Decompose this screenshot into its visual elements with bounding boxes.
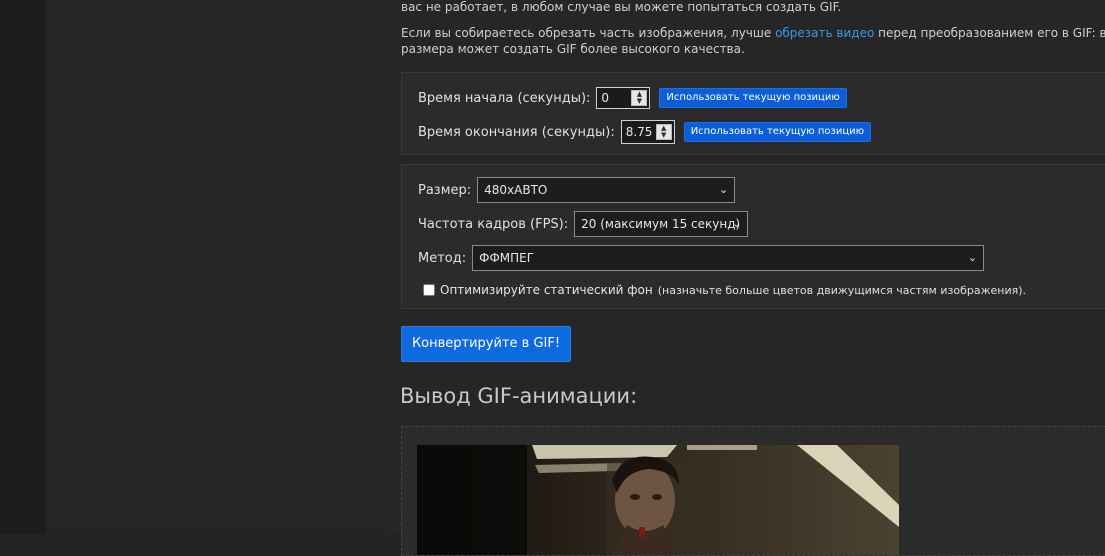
left-gutter [0, 0, 46, 534]
chevron-down-icon: ⌄ [718, 183, 729, 196]
gif-output-panel [401, 426, 1105, 556]
size-row: Размер: 480хАВТО ⌄ [418, 177, 736, 203]
fps-label: Частота кадров (FPS): [418, 216, 569, 232]
output-title: Вывод GIF-анимации: [400, 384, 638, 408]
start-time-input[interactable]: 0 ▲ ▼ [596, 87, 651, 109]
main-content: вас не работает, в любом случае вы может… [386, 0, 1105, 556]
optimize-row: Оптимизируйте статический фон (назначьте… [423, 283, 1026, 297]
end-time-input[interactable]: 8.75 ▲ ▼ [620, 120, 675, 144]
gif-preview-image [417, 445, 899, 555]
options-panel: Размер: 480хАВТО ⌄ Частота кадров (FPS):… [401, 164, 1105, 309]
crop-video-link[interactable]: обрезать видео [775, 26, 874, 40]
end-time-row: Время окончания (секунды): 8.75 ▲ ▼ Испол… [418, 120, 872, 144]
size-label: Размер: [418, 182, 472, 198]
end-time-value: 8.75 [625, 125, 653, 139]
chevron-down-icon: ⌄ [967, 251, 978, 264]
gif-frame-illustration [417, 445, 899, 555]
chevron-down-icon: ⌄ [731, 217, 742, 230]
intro-line-2: Если вы собираетесь обрезать часть изобр… [401, 25, 1105, 42]
end-time-label: Время окончания (секунды): [418, 124, 615, 140]
fps-value: 20 (максимум 15 секунд) [581, 217, 741, 231]
method-label: Метод: [418, 250, 467, 266]
intro-line-1: вас не работает, в любом случае вы может… [401, 0, 842, 14]
optimize-label: Оптимизируйте статический фон [440, 283, 653, 297]
spin-down-icon[interactable]: ▼ [637, 98, 642, 105]
method-value: ФФМПЕГ [479, 251, 535, 265]
end-time-spinner[interactable]: ▲ ▼ [655, 124, 672, 140]
size-select[interactable]: 480хАВТО ⌄ [477, 177, 736, 203]
spin-down-icon[interactable]: ▼ [661, 132, 666, 139]
start-time-value: 0 [601, 91, 610, 105]
side-panel [46, 0, 386, 534]
trim-panel: Время начала (секунды): 0 ▲ ▼ Использоват… [401, 72, 1105, 155]
method-select[interactable]: ФФМПЕГ ⌄ [472, 245, 985, 271]
fps-select[interactable]: 20 (максимум 15 секунд) ⌄ [574, 211, 749, 237]
start-time-spinner[interactable]: ▲ ▼ [631, 90, 648, 106]
use-position-start-button[interactable]: Использовать текущую позицию [659, 88, 847, 108]
start-time-row: Время начала (секунды): 0 ▲ ▼ Использоват… [418, 87, 847, 109]
intro-line-3: размера может создать GIF более высокого… [401, 42, 745, 56]
intro-text: Если вы собираетесь обрезать часть изобр… [401, 26, 776, 40]
optimize-checkbox[interactable] [423, 284, 435, 296]
intro-text-after: перед преобразованием его в GIF: видео [878, 26, 1105, 40]
method-row: Метод: ФФМПЕГ ⌄ [418, 245, 985, 271]
start-time-label: Время начала (секунды): [418, 90, 591, 106]
fps-row: Частота кадров (FPS): 20 (максимум 15 се… [418, 211, 749, 237]
optimize-hint: (назначьте больше цветов движущимся част… [657, 283, 1026, 297]
use-position-end-button[interactable]: Использовать текущую позицию [683, 122, 872, 142]
convert-to-gif-button[interactable]: Конвертируйте в GIF! [401, 326, 571, 362]
size-value: 480хАВТО [484, 183, 548, 197]
